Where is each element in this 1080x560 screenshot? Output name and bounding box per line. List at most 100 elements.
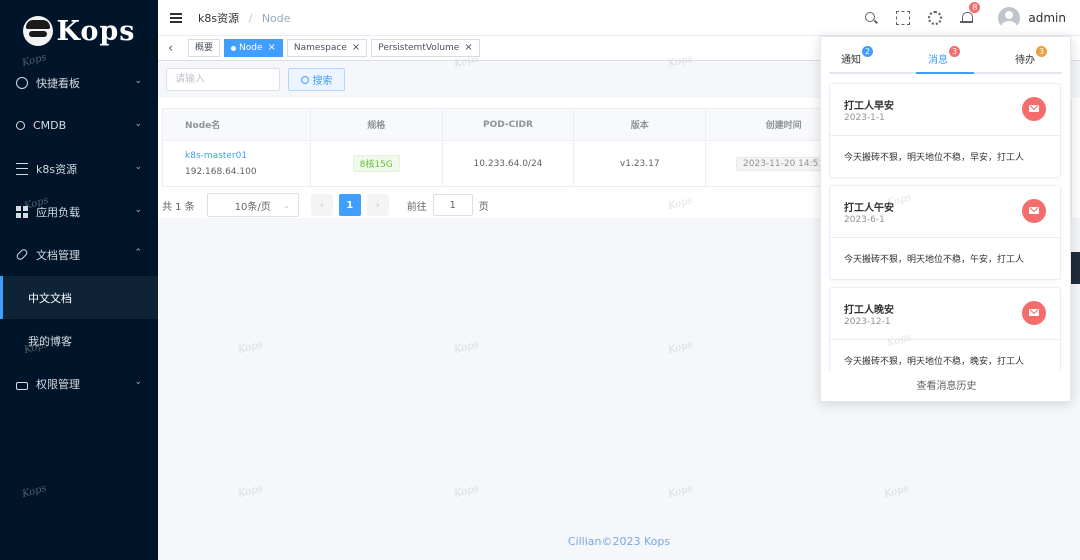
close-icon[interactable]: × [464,40,472,56]
mail-icon [1022,301,1046,325]
node-name-link[interactable]: k8s-master01 [185,148,310,164]
node-ip: 192.168.64.100 [185,166,257,177]
chevron-down-icon: ⌄ [134,205,142,215]
page-number-button[interactable]: 1 [338,194,361,216]
next-page-button[interactable]: › [366,194,389,216]
active-tab-indicator [916,72,974,74]
hamburger-menu-icon[interactable] [170,12,182,23]
avatar[interactable] [998,7,1021,29]
settings-drawer-handle[interactable] [1071,252,1080,284]
dashboard-icon [16,76,28,89]
message-history-link[interactable]: 查看消息历史 [821,377,1072,392]
tab-notice[interactable]: 通知 2 [841,46,873,66]
message-body: 今天搬砖不狠，明天地位不稳，早安，打工人 [844,153,1025,163]
close-icon[interactable]: × [352,40,360,56]
tag-label: Namespace [293,43,347,53]
chevron-left-icon[interactable]: ‹ [168,41,184,56]
user-name[interactable]: admin [1028,11,1066,25]
sidebar-item-workload[interactable]: 应用负载 ⌄ [0,190,158,233]
search-bar: 请输入 搜索 [166,68,345,91]
chevron-down-icon: ⌄ [134,76,142,86]
list-icon [16,162,28,175]
pod-cidr-cell: 10.233.64.0/24 [441,140,575,187]
tab-todo[interactable]: 待办 3 [1015,46,1047,66]
notification-popover: 通知 2 消息 3 待办 3 打工人早安 2023-1-1 今天搬砖不狠，明天地… [820,36,1071,402]
message-card[interactable]: 打工人早安 2023-1-1 今天搬砖不狠，明天地位不稳，早安，打工人 [829,83,1061,178]
tag-label: 概要 [195,43,214,53]
tab-label: 待办 [1015,55,1035,66]
search-icon [300,75,309,84]
watermark: Kops [236,482,264,501]
tag-label: Node [239,43,263,53]
spec-cell: 8核15G [309,140,443,187]
table-header-row: Node名 规格 POD-CIDR 版本 创建时间 [162,108,862,141]
sidebar-item-label: CMDB [33,119,67,132]
fullscreen-icon[interactable] [896,11,911,25]
spy-logo-icon [22,16,53,46]
lock-icon [16,381,28,390]
sidebar-item-k8s[interactable]: k8s资源 ⌄ [0,147,158,190]
message-title: 打工人午安 [844,203,894,214]
search-input[interactable]: 请输入 [166,68,280,91]
page-size-value: 10条/页 [234,201,271,213]
message-header: 打工人早安 2023-1-1 [830,84,1060,136]
close-icon[interactable]: × [268,40,276,56]
message-header: 打工人晚安 2023-12-1 [830,288,1060,340]
sidebar-item-label: 应用负载 [36,205,80,219]
sidebar-item-label: 中文文档 [28,291,72,305]
notification-badge: 8 [969,2,981,13]
message-date: 2023-12-1 [844,317,891,327]
message-date: 2023-1-1 [844,113,885,123]
sidebar-item-label: 快捷看板 [36,76,80,90]
search-icon [16,121,25,130]
logo[interactable]: Kops [0,0,158,62]
table-row: k8s-master01 192.168.64.100 8核15G 10.233… [162,140,862,187]
prev-page-button[interactable]: ‹ [310,194,333,216]
goto-suffix: 页 [478,201,489,213]
sidebar-item-dashboard[interactable]: 快捷看板 ⌄ [0,61,158,104]
grid-icon [16,205,28,218]
column-header[interactable]: 规格 [309,108,443,141]
watermark: Kops [666,482,694,501]
chevron-down-icon: ⌄ [134,119,142,129]
watermark: Kops [666,338,694,357]
search-icon[interactable] [864,11,878,25]
message-card[interactable]: 打工人晚安 2023-12-1 今天搬砖不狠，明天地位不稳，晚安，打工人 [829,287,1061,371]
loading-icon[interactable] [928,11,943,25]
sidebar-item-label: k8s资源 [36,162,78,176]
logo-text: Kops [56,15,136,47]
right-panel-edge [1071,100,1080,218]
sidebar-item-docs[interactable]: 文档管理 ⌃ [0,233,158,276]
column-header[interactable]: POD-CIDR [441,108,575,141]
message-body: 今天搬砖不狠，明天地位不稳，午安，打工人 [844,255,1025,265]
sidebar-item-label: 我的博客 [28,334,72,348]
message-body: 今天搬砖不狠，明天地位不稳，晚安，打工人 [844,357,1025,367]
tag-namespace[interactable]: Namespace × [286,39,368,57]
node-name-cell: k8s-master01 192.168.64.100 [162,140,311,187]
chevron-down-icon: ⌄ [283,200,290,210]
sidebar-item-permissions[interactable]: 权限管理 ⌄ [0,362,158,405]
message-card[interactable]: 打工人午安 2023-6-1 今天搬砖不狠，明天地位不稳，午安，打工人 [829,185,1061,280]
sidebar-item-cmdb[interactable]: CMDB ⌄ [0,104,158,147]
tab-messages[interactable]: 消息 3 [928,46,960,66]
link-icon [15,247,29,262]
page-footer: Cillian©2023 Kops [567,535,671,548]
breadcrumb-item[interactable]: k8s资源 [198,12,239,25]
column-header[interactable]: Node名 [162,108,311,141]
breadcrumb-separator: / [248,11,253,25]
page-size-select[interactable]: 10条/页 ⌄ [206,193,299,217]
sidebar-item-my-blog[interactable]: 我的博客 [0,319,158,362]
chevron-down-icon: ⌄ [134,377,142,387]
node-table: Node名 规格 POD-CIDR 版本 创建时间 k8s-master01 1… [162,108,862,187]
bell-icon[interactable]: 8 [960,2,981,25]
created-time-badge: 2023-11-20 14:51 [736,156,832,171]
tag-node[interactable]: Node × [224,39,283,57]
tab-label: 通知 [841,55,861,66]
message-title: 打工人早安 [844,101,894,112]
tag-overview[interactable]: 概要 [188,39,221,57]
search-button[interactable]: 搜索 [288,68,345,91]
sidebar-item-chinese-docs[interactable]: 中文文档 [0,276,158,319]
column-header[interactable]: 版本 [573,108,707,141]
goto-page-input[interactable]: 1 [432,194,473,216]
tag-persistent-volume[interactable]: PersistemtVolume × [371,39,480,57]
